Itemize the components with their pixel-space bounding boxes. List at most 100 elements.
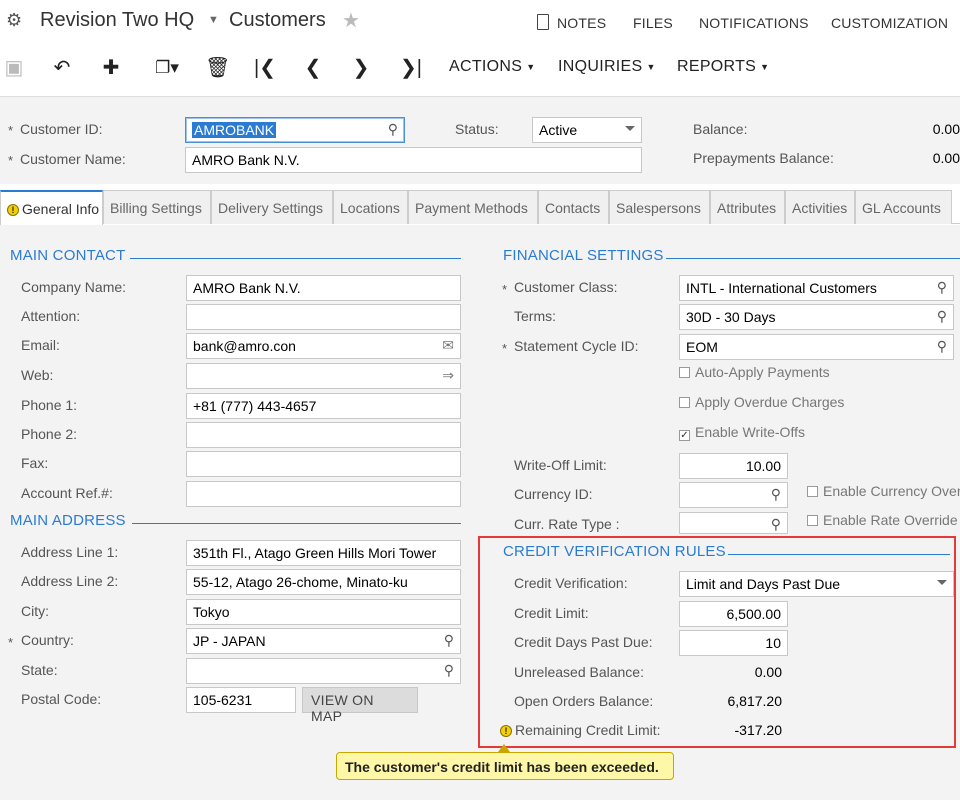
country-input[interactable]: JP - JAPAN ⚲ <box>186 628 461 654</box>
tab-payment-methods[interactable]: Payment Methods <box>408 190 538 224</box>
customer-name-label: Customer Name: <box>20 151 126 167</box>
email-input[interactable]: bank@amro.con ✉ <box>186 333 461 359</box>
inquiries-menu[interactable]: INQUIRIES ▼ <box>558 58 656 76</box>
note-icon[interactable] <box>537 14 549 30</box>
tab-salespersons[interactable]: Salespersons <box>609 190 710 224</box>
inquiries-label: INQUIRIES <box>558 58 643 75</box>
tab-billing-settings[interactable]: Billing Settings <box>103 190 211 224</box>
chevron-down-icon <box>625 126 635 131</box>
tab-attributes[interactable]: Attributes <box>710 190 785 224</box>
address-line2-input[interactable]: 55-12, Atago 26-chome, Minato-ku <box>186 569 461 595</box>
tab-contacts[interactable]: Contacts <box>538 190 609 224</box>
envelope-icon[interactable]: ✉ <box>442 337 454 354</box>
sitemap-icon[interactable]: ⚙ <box>6 10 22 31</box>
credit-limit-warning-tooltip: The customer's credit limit has been exc… <box>336 752 674 780</box>
enable-rate-override-label: Enable Rate Override <box>823 512 958 528</box>
search-icon[interactable]: ⚲ <box>937 308 947 325</box>
tab-locations[interactable]: Locations <box>333 190 408 224</box>
tab-general-info[interactable]: ! General Info <box>0 190 103 225</box>
checkbox-box <box>807 486 818 497</box>
state-input[interactable]: ⚲ <box>186 658 461 684</box>
save-icon[interactable]: ▣ <box>4 52 24 84</box>
write-offs-label: Enable Write-Offs <box>695 424 805 440</box>
add-icon[interactable]: ✚ <box>99 52 123 84</box>
caret-down-icon: ▼ <box>526 61 536 72</box>
customer-class-input[interactable]: INTL - International Customers ⚲ <box>679 275 954 301</box>
notes-link[interactable]: NOTES <box>557 15 606 31</box>
delete-icon[interactable]: 🗑 <box>205 52 230 84</box>
search-icon[interactable]: ⚲ <box>937 279 947 296</box>
currency-id-label: Currency ID: <box>514 486 593 502</box>
customer-id-input[interactable]: AMROBANK ⚲ <box>185 117 405 143</box>
last-record-icon[interactable]: ❯| <box>398 52 424 84</box>
tab-activities[interactable]: Activities <box>785 190 855 224</box>
city-input[interactable]: Tokyo <box>186 599 461 625</box>
country-value: JP - JAPAN <box>193 633 266 649</box>
tab-gl-accounts[interactable]: GL Accounts <box>855 190 952 224</box>
customization-link[interactable]: CUSTOMIZATION <box>831 15 948 31</box>
auto-apply-checkbox[interactable]: Auto-Apply Payments <box>679 364 830 380</box>
search-icon[interactable]: ⚲ <box>771 516 781 533</box>
company-title[interactable]: Revision Two HQ <box>40 9 194 32</box>
favorite-star-icon[interactable]: ★ <box>342 8 360 33</box>
attention-input[interactable] <box>186 304 461 330</box>
search-icon[interactable]: ⚲ <box>388 121 398 138</box>
write-offs-checkbox[interactable]: ✓ Enable Write-Offs <box>679 424 805 441</box>
notifications-link[interactable]: NOTIFICATIONS <box>699 15 809 31</box>
tab-label: General Info <box>22 201 100 217</box>
search-icon[interactable]: ⚲ <box>444 662 454 679</box>
undo-icon[interactable]: ↶ <box>50 52 74 84</box>
enable-currency-override-checkbox[interactable]: Enable Currency Override <box>807 483 960 499</box>
title-bar: ⚙ Revision Two HQ ▼ Customers ★ NOTES FI… <box>0 0 960 44</box>
write-off-limit-input[interactable]: 10.00 <box>679 453 788 479</box>
reports-label: REPORTS <box>677 58 757 75</box>
search-icon[interactable]: ⚲ <box>937 338 947 355</box>
company-name-input[interactable]: AMRO Bank N.V. <box>186 275 461 301</box>
phone2-input[interactable] <box>186 422 461 448</box>
email-label: Email: <box>21 337 60 353</box>
postal-code-input[interactable]: 105-6231 <box>186 687 296 713</box>
required-mark: * <box>502 341 508 356</box>
status-value: Active <box>539 122 578 138</box>
company-name-label: Company Name: <box>21 279 127 295</box>
section-divider <box>666 258 960 259</box>
fax-input[interactable] <box>186 451 461 477</box>
address-line1-input[interactable]: 351th Fl., Atago Green Hills Mori Tower <box>186 540 461 566</box>
reports-menu[interactable]: REPORTS ▼ <box>677 58 769 76</box>
tab-delivery-settings[interactable]: Delivery Settings <box>211 190 333 224</box>
checkmark-icon: ✓ <box>679 430 690 441</box>
phone1-input[interactable]: +81 (777) 443-4657 <box>186 393 461 419</box>
country-label: Country: <box>21 632 74 648</box>
statement-cycle-input[interactable]: EOM ⚲ <box>679 334 954 360</box>
files-link[interactable]: FILES <box>633 15 673 31</box>
previous-record-icon[interactable]: ❮ <box>302 52 324 84</box>
statement-cycle-value: EOM <box>686 339 718 355</box>
terms-label: Terms: <box>514 308 556 324</box>
overdue-charges-checkbox[interactable]: Apply Overdue Charges <box>679 394 844 410</box>
account-ref-input[interactable] <box>186 481 461 507</box>
enable-rate-override-checkbox[interactable]: Enable Rate Override <box>807 512 958 528</box>
checkbox-box <box>807 515 818 526</box>
view-on-map-button[interactable]: VIEW ON MAP <box>302 687 418 724</box>
rate-type-label: Curr. Rate Type : <box>514 516 620 532</box>
search-icon[interactable]: ⚲ <box>444 632 454 649</box>
state-label: State: <box>21 662 58 678</box>
rate-type-input[interactable]: ⚲ <box>679 512 788 534</box>
search-icon[interactable]: ⚲ <box>771 486 781 503</box>
customer-name-input[interactable]: AMRO Bank N.V. <box>185 147 642 173</box>
open-link-icon[interactable]: ⇒ <box>442 367 454 384</box>
prepayments-value: 0.00 <box>932 150 960 166</box>
web-input[interactable]: ⇒ <box>186 363 461 389</box>
next-record-icon[interactable]: ❯ <box>350 52 372 84</box>
terms-input[interactable]: 30D - 30 Days ⚲ <box>679 304 954 330</box>
actions-menu[interactable]: ACTIONS ▼ <box>449 58 535 76</box>
phone2-label: Phone 2: <box>21 426 78 442</box>
checkbox-box <box>679 367 690 378</box>
status-select[interactable]: Active <box>532 117 642 143</box>
overdue-charges-label: Apply Overdue Charges <box>695 394 845 410</box>
currency-id-input[interactable]: ⚲ <box>679 482 788 508</box>
chevron-down-icon[interactable]: ▼ <box>208 14 219 26</box>
copy-paste-icon[interactable]: ❐▾ <box>149 52 185 84</box>
first-record-icon[interactable]: |❮ <box>253 52 277 84</box>
tooltip-arrow <box>498 744 510 752</box>
